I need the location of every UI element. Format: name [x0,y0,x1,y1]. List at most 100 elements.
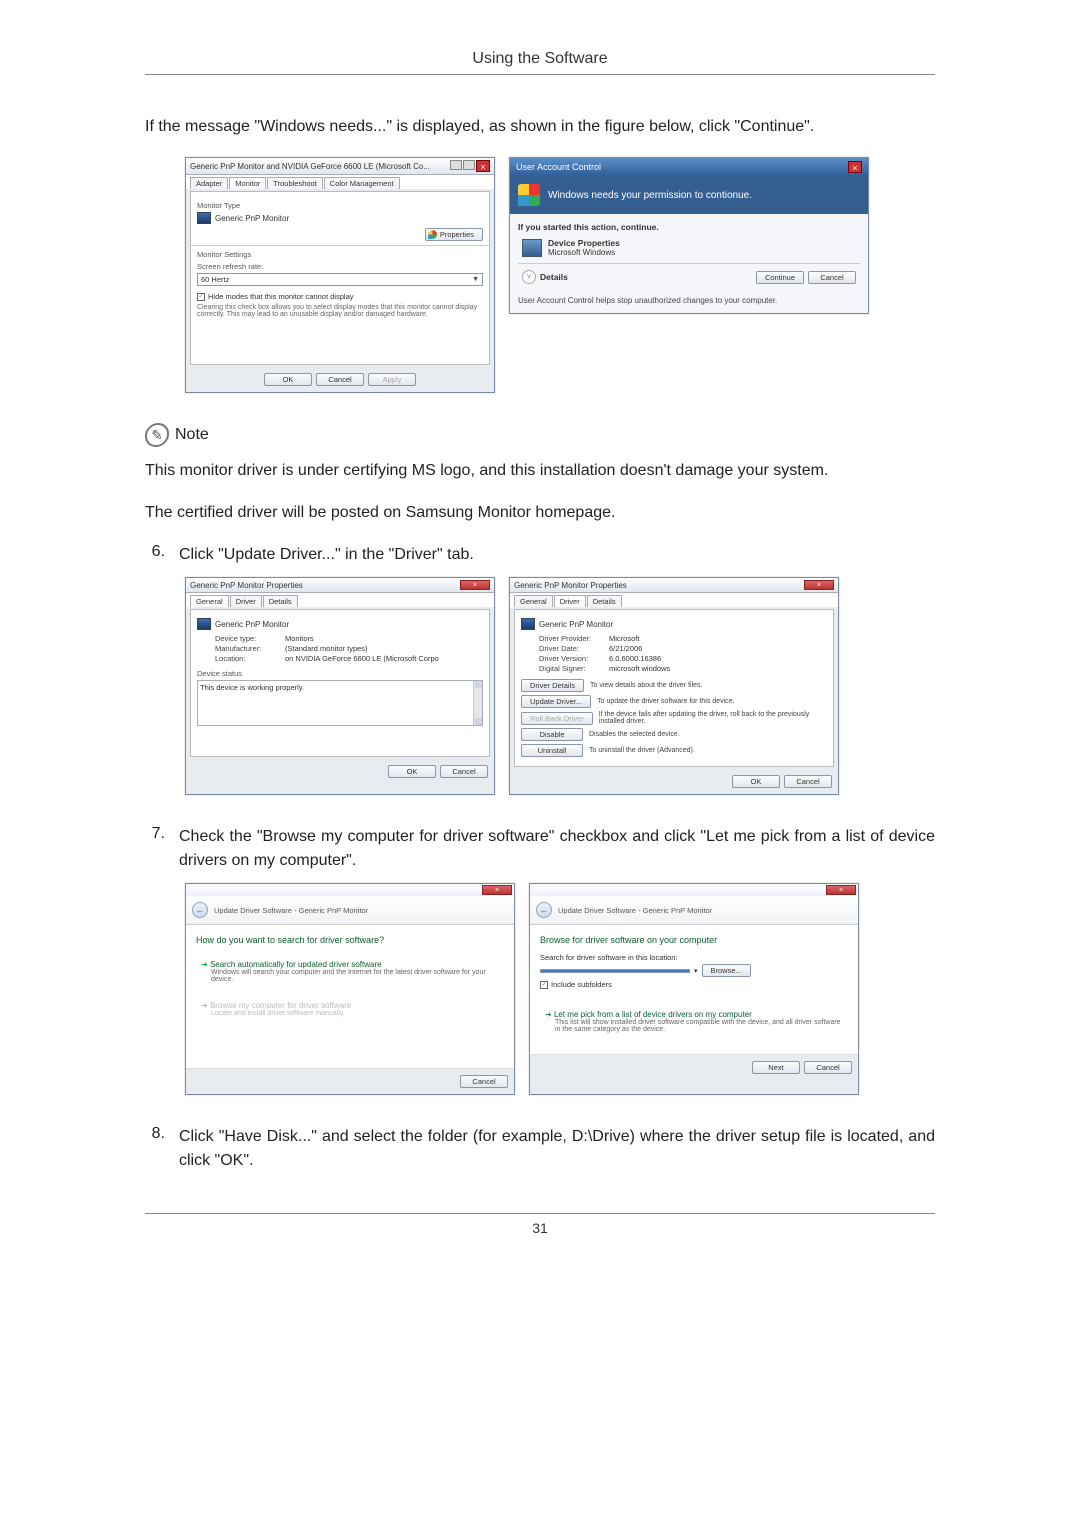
kv-val: 6.0.6000.16386 [609,654,661,663]
properties-general-dialog: Generic PnP Monitor Properties × General… [185,577,495,795]
ok-button[interactable]: OK [264,373,312,386]
kv-val: microsoft windows [609,664,670,673]
figure-3: × ← Update Driver Software - Generic PnP… [185,883,935,1095]
kv-val: Monitors [285,634,314,643]
refresh-rate-select[interactable]: 60 Hertz ▼ [197,273,483,286]
kv-val: on NVIDIA GeForce 6600 LE (Microsoft Cor… [285,654,439,663]
next-button[interactable]: Next [752,1061,800,1074]
details-toggle-icon[interactable]: ˅ [522,270,536,284]
step-number: 8. [145,1125,165,1173]
device-header: Generic PnP Monitor [539,620,613,629]
tab-details[interactable]: Details [587,595,622,607]
scrollbar[interactable] [473,681,482,725]
step-8: 8. Click "Have Disk..." and select the f… [145,1125,935,1173]
chevron-down-icon: ▼ [472,276,479,283]
uac-title: User Account Control [516,162,601,172]
properties-button[interactable]: Properties [425,228,483,241]
tab-driver[interactable]: Driver [554,595,586,607]
properties-driver-dialog: Generic PnP Monitor Properties × General… [509,577,839,795]
device-status-box: This device is working properly. [197,680,483,726]
step-text: Click "Have Disk..." and select the fold… [179,1125,935,1173]
note-text-2: The certified driver will be posted on S… [145,501,935,525]
hide-modes-label: Hide modes that this monitor cannot disp… [208,292,354,301]
step-7: 7. Check the "Browse my computer for dri… [145,825,935,873]
cancel-button[interactable]: Cancel [808,271,856,284]
close-icon[interactable]: × [848,161,862,173]
cancel-button[interactable]: Cancel [316,373,364,386]
path-input[interactable] [540,969,690,973]
window-controls: × [450,160,490,172]
kv-val: 6/21/2006 [609,644,642,653]
option-search-auto[interactable]: Search automatically for updated driver … [196,953,504,990]
back-icon[interactable]: ← [192,902,208,918]
tab-general[interactable]: General [514,595,553,607]
close-icon[interactable]: × [460,580,490,590]
page-number: 31 [145,1213,935,1236]
tab-general[interactable]: General [190,595,229,607]
kv-key: Manufacturer: [215,644,285,653]
uninstall-button[interactable]: Uninstall [521,744,583,757]
rollback-driver-button[interactable]: Roll Back Driver [521,712,593,725]
step-text: Check the "Browse my computer for driver… [179,825,935,873]
continue-button[interactable]: Continue [756,271,804,284]
device-status-label: Device status [197,669,483,678]
tab-details[interactable]: Details [263,595,298,607]
cancel-button[interactable]: Cancel [804,1061,852,1074]
cancel-button[interactable]: Cancel [784,775,832,788]
uac-publisher: Microsoft Windows [548,248,620,257]
hide-modes-checkbox[interactable]: ✓ [197,293,205,301]
tab-color-management[interactable]: Color Management [324,177,400,189]
close-icon[interactable]: × [804,580,834,590]
titlebar: Generic PnP Monitor Properties × [186,578,494,593]
wizard-heading: Browse for driver software on your compu… [540,935,848,945]
update-driver-button[interactable]: Update Driver... [521,695,591,708]
uac-details[interactable]: Details [540,272,568,282]
close-icon[interactable]: × [476,160,490,172]
uac-headline: Windows needs your permission to contion… [548,190,752,201]
kv-key: Driver Date: [539,644,609,653]
uac-dialog: User Account Control × Windows needs you… [509,157,869,314]
include-subfolders-label: Include subfolders [551,980,612,989]
disable-button[interactable]: Disable [521,728,583,741]
breadcrumb: Update Driver Software - Generic PnP Mon… [214,906,368,915]
tab-driver[interactable]: Driver [230,595,262,607]
ok-button[interactable]: OK [732,775,780,788]
apply-button[interactable]: Apply [368,373,416,386]
figure-2: Generic PnP Monitor Properties × General… [185,577,935,795]
back-icon[interactable]: ← [536,902,552,918]
note-icon: ✎ [144,423,171,447]
kv-val: Microsoft [609,634,639,643]
option-pick-from-list[interactable]: Let me pick from a list of device driver… [540,1003,848,1040]
kv-key: Digital Signer: [539,664,609,673]
minimize-icon[interactable] [450,160,462,170]
device-header: Generic PnP Monitor [215,620,289,629]
hide-modes-desc: Clearing this check box allows you to se… [197,304,483,318]
tab-troubleshoot[interactable]: Troubleshoot [267,177,323,189]
close-icon[interactable]: × [826,885,856,895]
browse-button[interactable]: Browse... [702,964,751,977]
include-subfolders-checkbox[interactable]: ✓ [540,981,548,989]
tab-monitor[interactable]: Monitor [229,177,266,189]
search-location-label: Search for driver software in this locat… [540,953,848,962]
page-header: Using the Software [145,50,935,75]
maximize-icon[interactable] [463,160,475,170]
window-title: Generic PnP Monitor and NVIDIA GeForce 6… [190,162,430,171]
titlebar: Generic PnP Monitor and NVIDIA GeForce 6… [186,158,494,175]
kv-val: (Standard monitor types) [285,644,368,653]
titlebar: Generic PnP Monitor Properties × [510,578,838,593]
ok-button[interactable]: OK [388,765,436,778]
close-icon[interactable]: × [482,885,512,895]
update-wizard-search: × ← Update Driver Software - Generic PnP… [185,883,515,1095]
kv-key: Driver Version: [539,654,609,663]
cancel-button[interactable]: Cancel [440,765,488,778]
note-heading: ✎ Note [145,423,935,447]
monitor-type-label: Monitor Type [197,201,483,210]
cancel-button[interactable]: Cancel [460,1075,508,1088]
app-icon [522,239,542,257]
tab-adapter[interactable]: Adapter [190,177,228,189]
note-text-1: This monitor driver is under certifying … [145,459,935,483]
window-title: Generic PnP Monitor Properties [514,581,627,590]
driver-details-button[interactable]: Driver Details [521,679,584,692]
option-title: Browse my computer for driver software [201,1001,499,1010]
option-browse[interactable]: Browse my computer for driver software L… [196,994,504,1024]
